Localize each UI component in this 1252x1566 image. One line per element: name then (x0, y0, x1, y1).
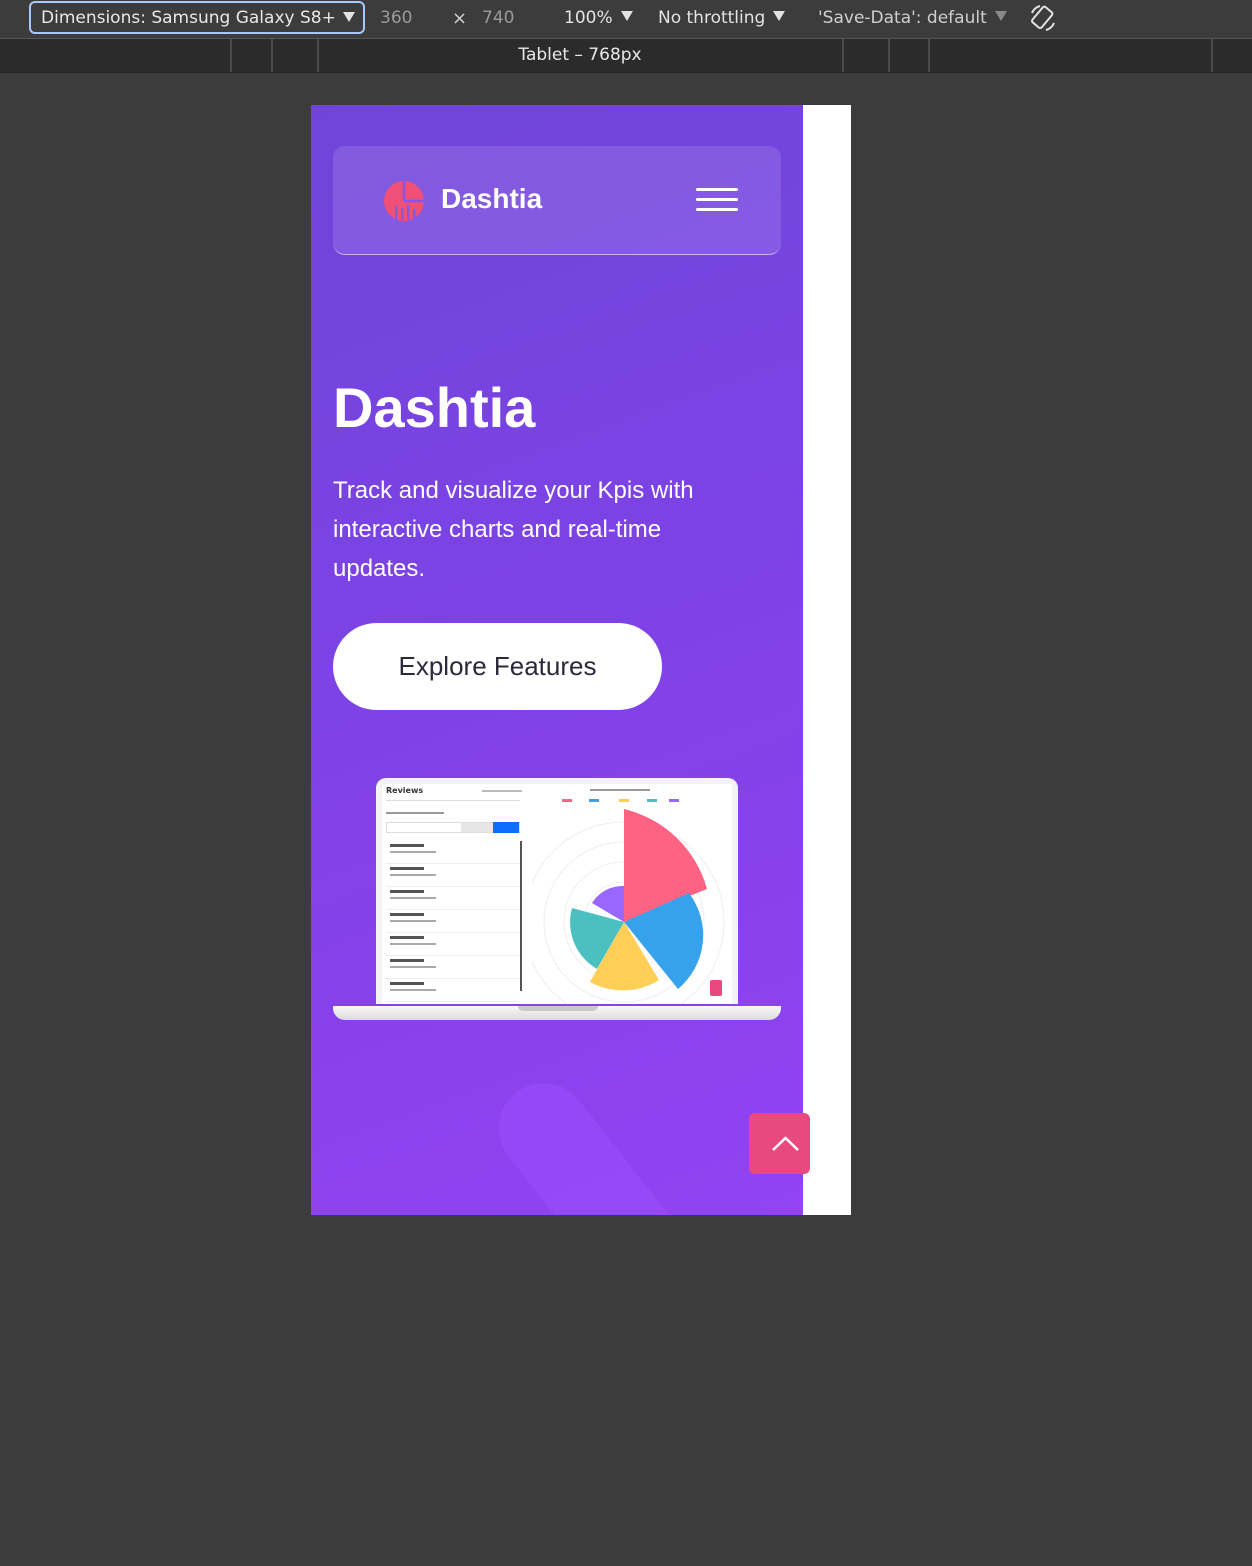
mockup-input (386, 822, 520, 833)
save-data-select[interactable]: 'Save-Data': default (818, 8, 1007, 28)
ruler-tick[interactable] (317, 39, 319, 72)
laptop-base (333, 1006, 781, 1020)
mockup-title: Reviews (386, 786, 424, 795)
chevron-down-icon (620, 11, 633, 21)
mockup-list (386, 841, 522, 1002)
zoom-label: 100% (564, 8, 613, 28)
media-query-ruler: Tablet – 768px (0, 39, 1252, 73)
hero-title: Dashtia (333, 376, 536, 439)
mockup-polar-chart (532, 789, 725, 1004)
hero-section: Dashtia Dashtia Track and visualize your… (311, 105, 803, 1215)
zoom-select[interactable]: 100% (564, 8, 633, 28)
ruler-tick[interactable] (271, 39, 273, 72)
throttling-label: No throttling (658, 8, 766, 28)
device-select[interactable]: Dimensions: Samsung Galaxy S8+ (29, 1, 365, 34)
decorative-blob (480, 1064, 712, 1215)
ruler-tick[interactable] (1211, 39, 1213, 72)
ruler-tick[interactable] (888, 39, 890, 72)
times-icon: × (452, 8, 468, 29)
chevron-up-icon (772, 1136, 799, 1151)
brand-name[interactable]: Dashtia (441, 183, 542, 215)
ruler-tick[interactable] (842, 39, 844, 72)
hero-subtitle: Track and visualize your Kpis with inter… (333, 477, 694, 582)
navbar: Dashtia (333, 146, 781, 255)
device-select-label: Dimensions: Samsung Galaxy S8+ (41, 7, 336, 28)
viewport-width-input[interactable]: 360 (380, 8, 412, 28)
rotate-icon[interactable] (1028, 3, 1058, 33)
hamburger-icon[interactable] (696, 188, 740, 214)
chevron-down-icon (343, 12, 355, 22)
breakpoint-label[interactable]: Tablet – 768px (500, 45, 660, 65)
throttling-select[interactable]: No throttling (658, 8, 786, 28)
save-data-label: 'Save-Data': default (818, 8, 987, 28)
chevron-down-icon (773, 11, 786, 21)
ruler-tick[interactable] (928, 39, 930, 72)
laptop-mockup-image: Reviews (333, 778, 781, 1023)
device-viewport: Dashtia Dashtia Track and visualize your… (311, 105, 851, 1215)
chevron-down-icon (994, 11, 1007, 21)
devtools-device-toolbar: Dimensions: Samsung Galaxy S8+ 360 × 740… (0, 0, 1252, 39)
scroll-to-top-button[interactable] (749, 1113, 810, 1174)
viewport-height-input[interactable]: 740 (482, 8, 514, 28)
explore-features-button[interactable]: Explore Features (333, 623, 662, 710)
ruler-tick[interactable] (230, 39, 232, 72)
laptop-screen: Reviews (376, 778, 738, 1004)
pie-logo-icon[interactable] (383, 180, 425, 222)
